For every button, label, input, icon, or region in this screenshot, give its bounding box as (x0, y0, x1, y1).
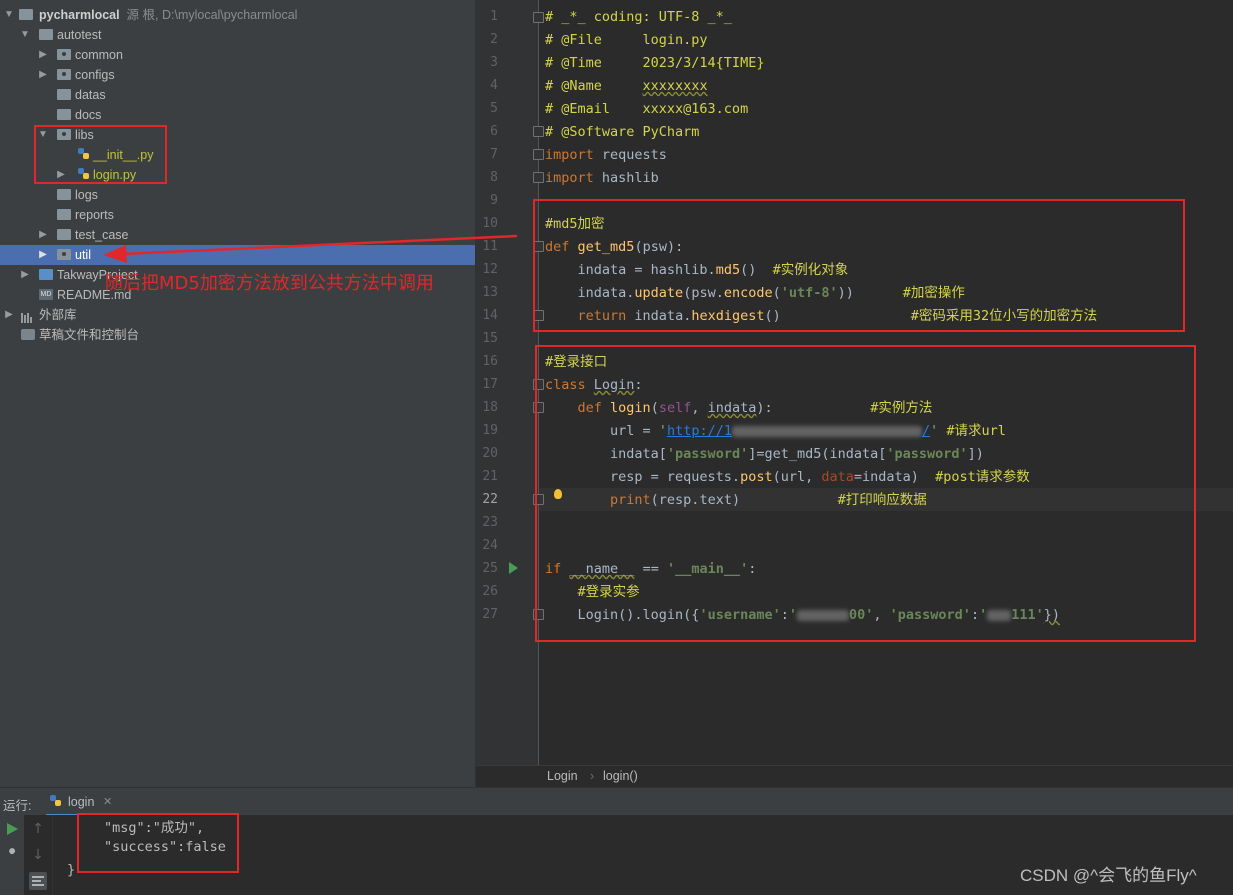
watermark: CSDN @^会飞的鱼Fly^ (1020, 866, 1197, 885)
annotation-arrow (103, 234, 518, 263)
annotation-text: 随后把MD5加密方法放到公共方法中调用 (105, 273, 434, 294)
